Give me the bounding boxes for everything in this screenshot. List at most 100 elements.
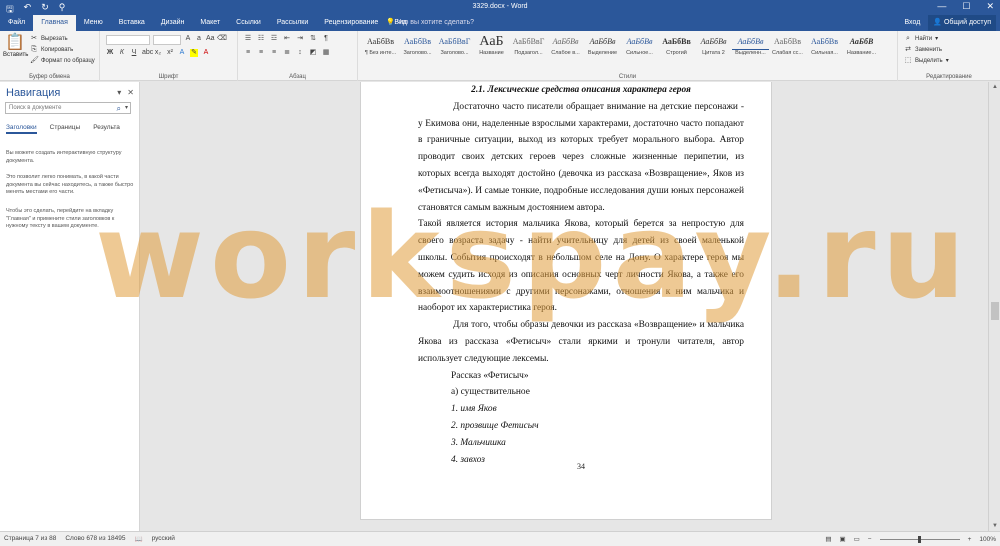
bullets-icon[interactable]: ☰: [244, 35, 252, 43]
style-heading-1[interactable]: АаБбВв Заголово...: [399, 34, 436, 62]
user-icon: 👤: [933, 19, 943, 26]
window-title: 3329.docx - Word: [472, 3, 528, 10]
word-count[interactable]: Слово 678 из 18495: [65, 535, 125, 543]
sign-in-link[interactable]: Вход: [904, 15, 920, 31]
style-name: Название: [479, 50, 504, 56]
style-subtle-reference[interactable]: АаБбВв Слабая сс...: [769, 34, 806, 62]
zoom-slider[interactable]: [879, 535, 960, 543]
copy-button[interactable]: ⎘ Копировать: [30, 45, 95, 54]
align-left-icon[interactable]: ≡: [244, 49, 252, 57]
search-icon[interactable]: ⌕: [117, 104, 121, 114]
superscript-icon[interactable]: x²: [166, 49, 174, 57]
nav-tab-pages[interactable]: Страницы: [50, 124, 81, 134]
chevron-down-icon[interactable]: ▾: [117, 88, 121, 97]
tab-design[interactable]: Дизайн: [153, 15, 193, 31]
font-color-icon[interactable]: A: [202, 49, 210, 57]
share-button[interactable]: 👤 Общий доступ: [928, 15, 996, 31]
maximize-button[interactable]: ☐: [962, 1, 970, 12]
tab-layout[interactable]: Макет: [192, 15, 228, 31]
style-strong[interactable]: АаБбВв Строгий: [658, 34, 695, 62]
numbering-icon[interactable]: ☷: [257, 35, 265, 43]
style-subtle-emphasis[interactable]: АаБбВв Слабое в...: [547, 34, 584, 62]
close-icon[interactable]: ✕: [127, 88, 134, 97]
scroll-thumb[interactable]: [991, 302, 999, 320]
clear-formatting-icon[interactable]: ⌫: [217, 35, 227, 43]
grow-font-icon[interactable]: A: [184, 35, 192, 43]
language[interactable]: русский: [152, 535, 175, 543]
minimize-button[interactable]: —: [937, 1, 946, 12]
zoom-out-icon[interactable]: −: [868, 536, 872, 543]
tab-home[interactable]: Главная: [33, 15, 76, 31]
proofing-icon[interactable]: 📖: [134, 535, 142, 543]
nav-message-2: Это позволит легко понимать, в какой час…: [6, 174, 134, 195]
style-intense-quote[interactable]: АаБбВв Выделенн...: [732, 34, 769, 62]
style-emphasis[interactable]: АаБбВв Выделение: [584, 34, 621, 62]
search-input[interactable]: Поиск в документе ⌕ ▾: [5, 102, 131, 114]
read-mode-icon[interactable]: ▤: [825, 535, 831, 543]
tab-menu[interactable]: Меню: [76, 15, 111, 31]
style-intense-emphasis[interactable]: АаБбВв Сильное...: [621, 34, 658, 62]
change-case-icon[interactable]: Aa: [206, 35, 215, 43]
highlight-icon[interactable]: ✎: [190, 49, 198, 57]
nav-tab-results[interactable]: Результа: [93, 124, 120, 134]
style-book-title[interactable]: АаБбВ Название...: [843, 34, 880, 62]
style-quote-2[interactable]: АаБбВв Цитата 2: [695, 34, 732, 62]
nav-tab-headings[interactable]: Заголовки: [6, 124, 37, 134]
strikethrough-icon[interactable]: abc: [142, 49, 153, 57]
zoom-in-icon[interactable]: +: [968, 536, 972, 543]
tab-file[interactable]: Файл: [0, 15, 33, 31]
increase-indent-icon[interactable]: ⇥: [296, 35, 304, 43]
chevron-down-icon[interactable]: ▾: [125, 104, 128, 111]
select-icon: ⬚: [904, 56, 912, 64]
copy-icon: ⎘: [31, 45, 37, 53]
tab-insert[interactable]: Вставка: [111, 15, 153, 31]
italic-icon[interactable]: К: [118, 49, 126, 57]
scroll-down-icon[interactable]: ▼: [992, 523, 998, 529]
borders-icon[interactable]: ▦: [322, 49, 330, 57]
styles-gallery: АаБбВв ¶ Без инте... АаБбВв Заголово... Аа…: [362, 34, 880, 62]
underline-icon[interactable]: Ч: [130, 49, 138, 57]
decrease-indent-icon[interactable]: ⇤: [283, 35, 291, 43]
web-layout-icon[interactable]: ▭: [854, 535, 860, 543]
font-name-select[interactable]: [106, 35, 150, 45]
page-count[interactable]: Страница 7 из 88: [4, 535, 56, 543]
tab-review[interactable]: Рецензирование: [316, 15, 386, 31]
document-page[interactable]: 2.1. Лексические средства описания харак…: [360, 82, 772, 520]
find-button[interactable]: ⌕ Найти ▾: [904, 34, 949, 43]
style-title[interactable]: АаБ Название: [473, 34, 510, 62]
navigation-pane: Навигация ▾ ✕ Поиск в документе ⌕ ▾ Заго…: [0, 82, 140, 531]
document-area[interactable]: 2.1. Лексические средства описания харак…: [141, 82, 1000, 531]
subscript-icon[interactable]: x₂: [154, 49, 162, 57]
style-intense-reference[interactable]: АаБбВв Сильная...: [806, 34, 843, 62]
text-effects-icon[interactable]: A: [178, 49, 186, 57]
cut-button[interactable]: ✂ Вырезать: [30, 34, 95, 43]
tab-mailings[interactable]: Рассылки: [269, 15, 316, 31]
format-painter-button[interactable]: 🖌 Формат по образцу: [30, 56, 95, 65]
tell-me-box[interactable]: 💡 Что вы хотите сделать?: [386, 15, 474, 31]
shading-icon[interactable]: ◩: [309, 49, 317, 57]
zoom-level[interactable]: 100%: [979, 536, 996, 543]
show-marks-icon[interactable]: ¶: [322, 35, 330, 43]
tab-references[interactable]: Ссылки: [228, 15, 269, 31]
align-center-icon[interactable]: ≡: [257, 49, 265, 57]
font-size-select[interactable]: [153, 35, 181, 45]
print-layout-icon[interactable]: ▣: [839, 535, 845, 543]
style-subtitle[interactable]: АаБбВвГ Подзагол...: [510, 34, 547, 62]
multilevel-list-icon[interactable]: ☲: [270, 35, 278, 43]
select-button[interactable]: ⬚ Выделить ▾: [904, 56, 949, 65]
justify-icon[interactable]: ≣: [283, 49, 291, 57]
style-no-spacing[interactable]: АаБбВв ¶ Без инте...: [362, 34, 399, 62]
replace-button[interactable]: ⇄ Заменить: [904, 45, 949, 54]
close-button[interactable]: ✕: [986, 1, 994, 12]
bold-icon[interactable]: Ж: [106, 49, 114, 57]
vertical-scrollbar[interactable]: ▲ ▼: [988, 82, 1000, 531]
scroll-up-icon[interactable]: ▲: [992, 84, 998, 90]
line-spacing-icon[interactable]: ↕: [296, 49, 304, 57]
paste-button[interactable]: 📋 Вставить: [3, 34, 28, 58]
shrink-font-icon[interactable]: a: [195, 35, 203, 43]
tell-me-text: Что вы хотите сделать?: [396, 19, 475, 26]
align-right-icon[interactable]: ≡: [270, 49, 278, 57]
style-heading-2[interactable]: АаБбВвГ Заголово...: [436, 34, 473, 62]
sort-icon[interactable]: ⇅: [309, 35, 317, 43]
list-item: 2. прозвище Фетисыч: [451, 420, 539, 431]
